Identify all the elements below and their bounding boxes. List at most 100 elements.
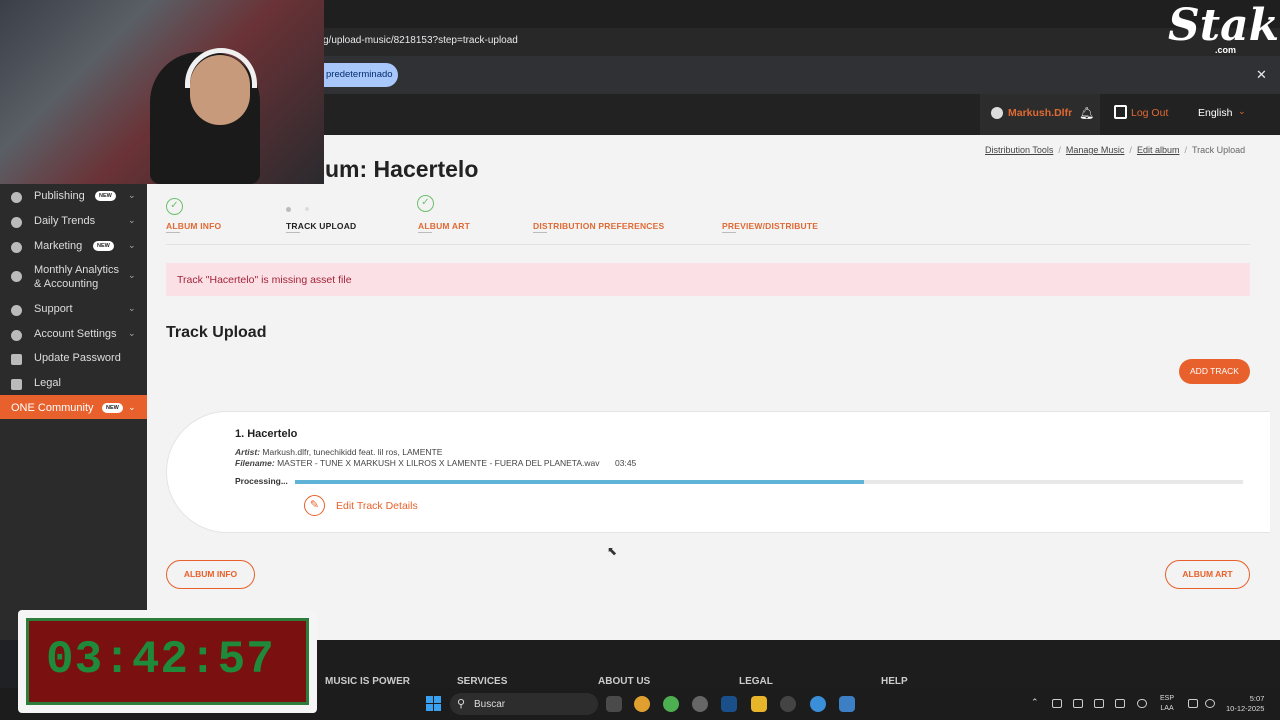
edit-track-details-link[interactable]: Edit Track Details [336, 500, 418, 512]
taskbar-search[interactable] [450, 693, 598, 715]
trends-icon [11, 217, 22, 228]
step-album-art[interactable]: ALBUM ART [418, 221, 470, 231]
chevron-down-icon[interactable]: ⌄ [1238, 106, 1246, 117]
tray-icon[interactable] [1094, 699, 1104, 708]
logout-icon[interactable] [1114, 105, 1127, 119]
album-info-button[interactable]: ALBUM INFO [166, 560, 255, 589]
search-icon: ⚲ [457, 698, 466, 710]
footer-help[interactable]: HELP [881, 676, 908, 687]
sidebar-item-label: Update Password [34, 352, 121, 364]
step-underline [418, 232, 432, 233]
tray-icon[interactable] [1052, 699, 1062, 708]
chevron-down-icon: ⌄ [128, 190, 136, 200]
logout-link[interactable]: Log Out [1131, 107, 1168, 119]
microphone-icon[interactable] [1137, 699, 1147, 708]
windows-start-icon[interactable] [426, 696, 441, 711]
lock-icon [11, 354, 22, 365]
chrome-active-icon[interactable] [810, 696, 826, 712]
tray-icon[interactable] [1115, 699, 1125, 708]
chrome-icon[interactable] [634, 696, 650, 712]
chevron-up-icon[interactable]: ⌃ [1031, 697, 1039, 708]
marketing-icon [11, 242, 22, 253]
breadcrumb-manage-music[interactable]: Manage Music [1066, 145, 1125, 155]
upload-progress-bar [295, 480, 1243, 484]
publishing-icon [11, 192, 22, 203]
language-select[interactable]: English [1198, 107, 1232, 119]
sidebar-item-label: Marketing [34, 240, 83, 252]
step-underline [286, 232, 300, 233]
breadcrumb: Distribution Tools / Manage Music / Edit alb… [985, 145, 1246, 155]
dashboard-icon [991, 107, 1003, 119]
main-content [147, 135, 1280, 640]
sidebar-item-label: ONE Community [11, 402, 94, 414]
tray-icon[interactable] [1073, 699, 1083, 708]
step-album-info[interactable]: ALBUM INFO [166, 221, 221, 231]
track-card [166, 411, 1270, 533]
username-link[interactable]: Markush.Dlfr [1008, 107, 1072, 119]
divider [166, 244, 1250, 245]
chrome-profile-icon[interactable] [663, 696, 679, 712]
check-icon: ✓ [166, 198, 183, 215]
step-underline [722, 232, 736, 233]
sidebar-item-label: Legal [34, 377, 61, 389]
filename-value: MASTER - TUNE X MARKUSH X LILROS X LAMEN… [277, 458, 600, 468]
close-icon[interactable]: ✕ [1256, 67, 1267, 83]
page-title: um: Hacertelo [325, 156, 479, 182]
taskbar-search-label[interactable]: Buscar [474, 699, 505, 710]
footer-about-us[interactable]: ABOUT US [598, 676, 650, 687]
add-track-button[interactable]: ADD TRACK [1179, 359, 1250, 384]
filename-line: Filename: MASTER - TUNE X MARKUSH X LILR… [235, 458, 600, 468]
bell-icon[interactable]: 🔔︎ [1079, 106, 1094, 120]
gavel-icon [11, 379, 22, 390]
breadcrumb-current: Track Upload [1191, 145, 1246, 155]
folder-icon[interactable] [751, 696, 767, 712]
progress-dot-icon [286, 207, 291, 212]
step-distribution-preferences[interactable]: DISTRIBUTION PREFERENCES [533, 221, 664, 231]
alert-message: Track "Hacertelo" is missing asset file [177, 274, 352, 286]
footer-music-is-power[interactable]: MUSIC IS POWER [325, 676, 410, 687]
task-view-icon[interactable] [606, 696, 622, 712]
chevron-down-icon: ⌄ [128, 328, 136, 338]
footer-services[interactable]: SERVICES [457, 676, 507, 687]
step-underline [533, 232, 547, 233]
upload-progress-fill [295, 480, 864, 484]
new-badge: NEW [93, 241, 114, 251]
keyboard-layout: LAA [1160, 705, 1174, 712]
volume-icon[interactable] [1205, 699, 1215, 708]
analytics-icon [11, 271, 22, 282]
processing-status: Processing... [235, 476, 288, 486]
sidebar-item-label: Publishing [34, 190, 85, 202]
track-duration: 03:45 [615, 458, 637, 468]
network-icon[interactable] [1188, 699, 1198, 708]
gear-icon [11, 330, 22, 341]
sidebar [0, 135, 147, 640]
filename-label: Filename: [235, 458, 275, 468]
chevron-down-icon: ⌄ [128, 402, 136, 412]
system-clock[interactable]: 5:07 10-12-2025 [1226, 694, 1264, 714]
support-icon [11, 305, 22, 316]
app-icon[interactable] [839, 696, 855, 712]
media-player-icon[interactable] [780, 696, 796, 712]
artist-line: Artist: Markush.dlfr, tunechikidd feat. … [235, 447, 442, 457]
url-text[interactable]: g/upload-music/8218153?step=track-upload [323, 35, 518, 46]
chevron-down-icon: ⌄ [128, 303, 136, 313]
pencil-icon[interactable]: ✎ [304, 495, 325, 516]
new-badge: NEW [95, 191, 116, 201]
language-indicator[interactable]: ESP LAA [1160, 694, 1174, 714]
breadcrumb-edit-album[interactable]: Edit album [1137, 145, 1180, 155]
progress-dot-icon [305, 207, 309, 211]
album-art-button[interactable]: ALBUM ART [1165, 560, 1250, 589]
breadcrumb-distribution-tools[interactable]: Distribution Tools [985, 145, 1053, 155]
step-underline [166, 232, 180, 233]
stream-timer: 03:42:57 [46, 634, 275, 686]
step-preview-distribute[interactable]: PREVIEW/DISTRIBUTE [722, 221, 818, 231]
sidebar-item-label-2: & Accounting [34, 278, 99, 290]
sidebar-item-label: Account Settings [34, 328, 117, 340]
footer-legal[interactable]: LEGAL [739, 676, 773, 687]
sidebar-item-analytics[interactable]: Monthly Analytics & Accounting ⌄ [0, 264, 147, 292]
steam-icon[interactable] [721, 696, 737, 712]
section-title: Track Upload [166, 324, 267, 341]
step-track-upload[interactable]: TRACK UPLOAD [286, 221, 356, 231]
mouse-cursor-icon: ⬉ [607, 544, 618, 558]
app-icon[interactable] [692, 696, 708, 712]
